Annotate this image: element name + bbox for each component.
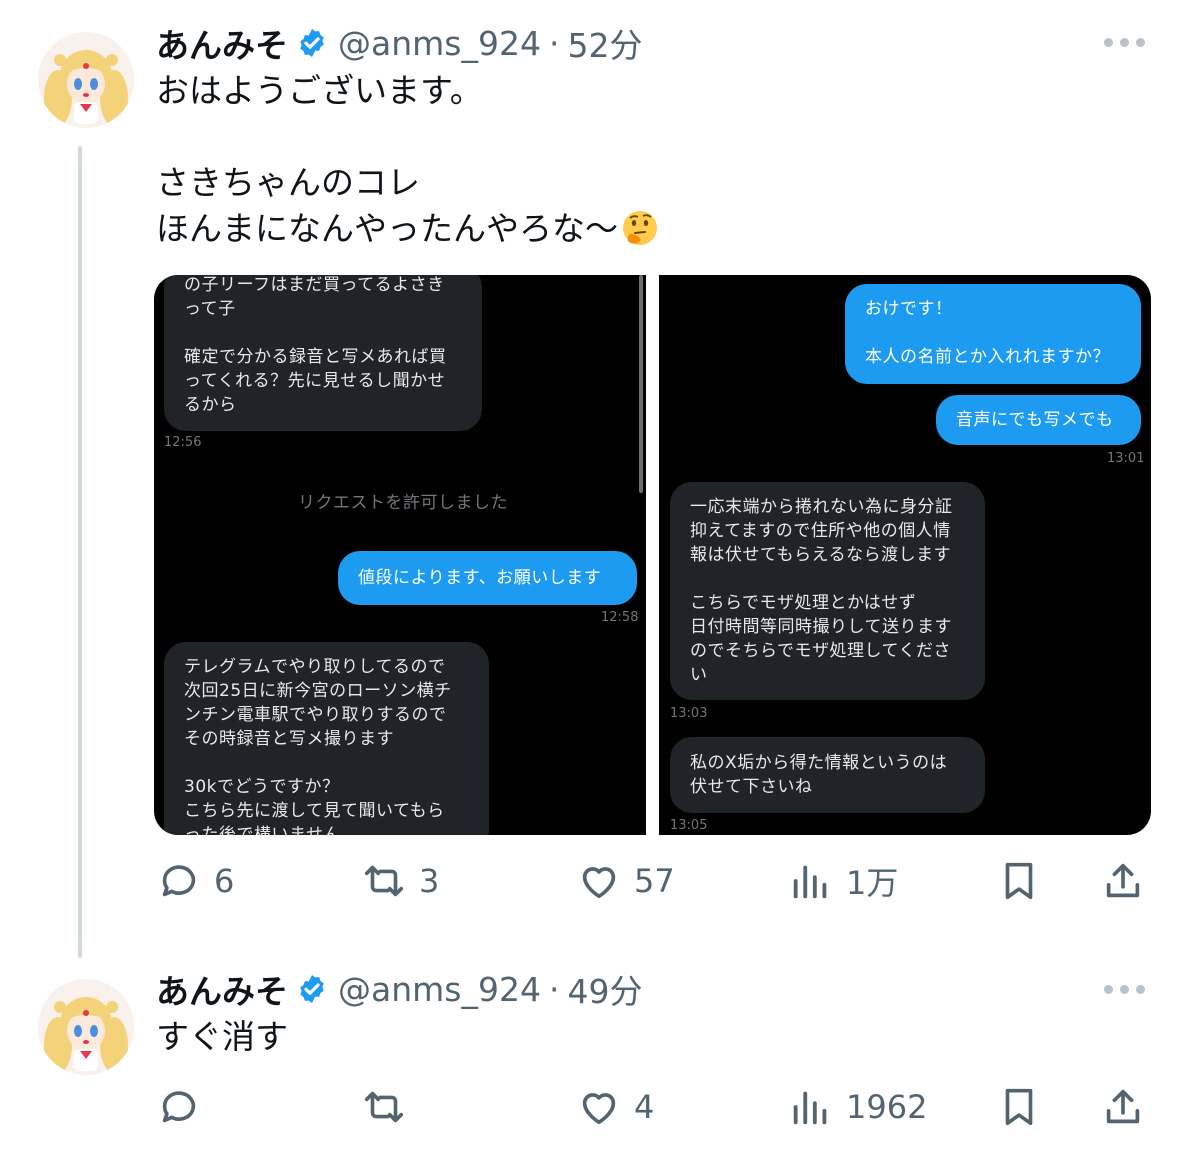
reply-icon (162, 1091, 196, 1123)
dm-bubble-outgoing: おけです！ 本人の名前とか入れれますか？ (845, 284, 1141, 384)
more-options-icon[interactable] (1104, 985, 1145, 994)
reply-icon (162, 865, 196, 897)
dm-timestamp: 12:58 (601, 610, 639, 625)
tweet-actions: 4 1962 (156, 1084, 1146, 1134)
like-count: 4 (634, 1088, 655, 1126)
retweet-icon (364, 1091, 404, 1123)
timestamp[interactable]: 49分 (567, 965, 642, 1013)
separator: · (548, 969, 560, 1009)
handle[interactable]: @anms_924 (338, 970, 541, 1009)
verified-badge-icon (300, 29, 324, 57)
retweet-count: 3 (419, 862, 440, 900)
more-options-icon[interactable] (1104, 38, 1145, 47)
avatar-illustration-icon (38, 32, 134, 128)
share-icon (1106, 863, 1140, 898)
dm-bubble-incoming: テレグラムでやり取りしてるので 次回25日に新今宮のローソン横チ ンチン電車駅で… (164, 642, 489, 835)
avatar[interactable] (38, 32, 134, 128)
share-button[interactable] (1100, 858, 1146, 904)
separator: · (548, 23, 560, 63)
views-chart-icon (793, 865, 827, 899)
share-button[interactable] (1100, 1084, 1146, 1130)
share-icon (1106, 1089, 1140, 1124)
bookmark-icon (1005, 862, 1033, 900)
like-button[interactable]: 57 (576, 858, 675, 904)
retweet-button[interactable]: 3 (361, 858, 439, 904)
dm-timestamp: 13:03 (670, 706, 708, 721)
bookmark-button[interactable] (996, 1084, 1042, 1130)
views-button[interactable]: 1962 (788, 1084, 927, 1130)
tweet-media[interactable]: の子リーフはまだ買ってるよさき って子 確定で分かる録音と写メあれば買 ってくれ… (154, 275, 1151, 835)
reply-button[interactable]: 6 (156, 858, 234, 904)
media-screenshot-right[interactable]: おけです！ 本人の名前とか入れれますか？ 音声にでも写メでも 13:01 一応末… (659, 275, 1151, 835)
views-count: 1962 (846, 1088, 928, 1126)
retweet-icon (364, 865, 404, 897)
handle[interactable]: @anms_924 (338, 24, 541, 63)
like-button[interactable]: 4 (576, 1084, 654, 1130)
media-screenshot-left[interactable]: の子リーフはまだ買ってるよさき って子 確定で分かる録音と写メあれば買 ってくれ… (154, 275, 646, 835)
views-chart-icon (793, 1091, 827, 1125)
tweet-header: あんみそ @anms_924 · 49分 (156, 966, 642, 1012)
dm-bubble-incoming: 私のX垢から得た情報というのは 伏せて下さいね (670, 737, 985, 813)
display-name[interactable]: あんみそ (156, 19, 288, 67)
thinking-face-icon (623, 211, 657, 245)
timestamp[interactable]: 52分 (567, 19, 642, 67)
dm-bubble-outgoing: 値段によります、お願いします (338, 551, 637, 605)
dm-bubble-incoming: の子リーフはまだ買ってるよさき って子 確定で分かる録音と写メあれば買 ってくれ… (164, 275, 482, 431)
verified-badge-icon (300, 975, 324, 1003)
dm-system-message: リクエストを許可しました (298, 493, 508, 513)
like-count: 57 (634, 862, 675, 900)
views-count: 1万 (846, 864, 899, 902)
bookmark-icon (1005, 1088, 1033, 1126)
dm-timestamp: 13:01 (1107, 451, 1145, 466)
dm-bubble-outgoing: 音声にでも写メでも (936, 395, 1141, 445)
reply-button[interactable] (156, 1084, 202, 1130)
scroll-indicator (639, 275, 643, 493)
views-button[interactable]: 1万 (788, 858, 898, 904)
heart-icon (582, 1093, 616, 1125)
display-name[interactable]: あんみそ (156, 965, 288, 1013)
dm-bubble-incoming: 一応末端から捲れない為に身分証 抑えてますので住所や他の個人情 報は伏せてもらえ… (670, 482, 985, 700)
thread-connector-line (78, 146, 82, 958)
tweet-text: おはようございます。 さきちゃんのコレ ほんまになんやったんやろな〜 (156, 68, 660, 252)
tweet-body: おはようございます。 さきちゃんのコレ ほんまになんやったんやろな〜 (156, 71, 618, 248)
heart-icon (582, 867, 616, 899)
retweet-button[interactable] (361, 1084, 407, 1130)
avatar-illustration-icon (38, 979, 134, 1075)
tweet-header: あんみそ @anms_924 · 52分 (156, 20, 642, 66)
dm-timestamp: 13:05 (670, 818, 708, 833)
tweet-text: すぐ消す (156, 1017, 288, 1056)
bookmark-button[interactable] (996, 858, 1042, 904)
dm-timestamp: 12:56 (164, 435, 202, 450)
avatar[interactable] (38, 979, 134, 1075)
reply-count: 6 (214, 862, 235, 900)
tweet-actions: 6 3 57 1万 (156, 858, 1146, 908)
